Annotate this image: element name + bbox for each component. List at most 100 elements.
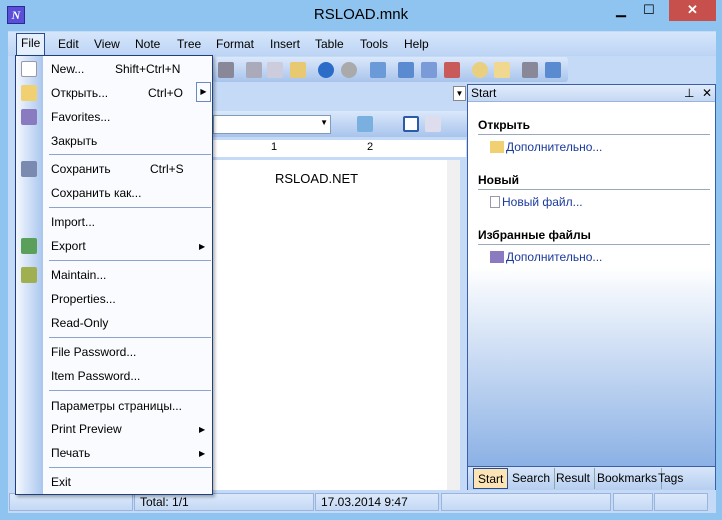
menu-item-print-preview[interactable]: Print Preview — [51, 422, 122, 436]
menu-table[interactable]: Table — [315, 37, 344, 51]
panel-header: Start — [468, 85, 715, 102]
export-icon — [21, 238, 37, 254]
new-file-icon — [490, 196, 500, 208]
menu-separator — [49, 207, 211, 208]
ruler-mark: 1 — [271, 141, 278, 153]
window-icon[interactable] — [545, 62, 561, 78]
tree-icon[interactable] — [370, 62, 386, 78]
table-icon[interactable] — [403, 116, 419, 132]
menu-item-open[interactable]: Открыть... — [51, 86, 108, 100]
menu-file[interactable]: File — [16, 33, 46, 57]
menu-item-exit[interactable]: Exit — [51, 475, 71, 489]
favorites-icon — [21, 109, 37, 125]
open-folder-icon — [21, 85, 37, 101]
shortcut: Shift+Ctrl+N — [115, 62, 181, 76]
submenu-arrow-icon: ▶ — [199, 242, 206, 251]
ruler: 1 2 — [213, 140, 466, 157]
submenu-arrow-icon: ▶ — [199, 449, 206, 458]
undo-icon[interactable] — [318, 62, 334, 78]
favorites-icon — [490, 251, 504, 263]
status-pane — [441, 493, 611, 511]
tab-dropdown-icon[interactable]: ▼ — [453, 86, 466, 101]
add-note-icon[interactable] — [398, 62, 414, 78]
cut-icon[interactable] — [246, 62, 262, 78]
shortcut: Ctrl+S — [150, 162, 184, 176]
font-combo[interactable]: ▼ — [213, 115, 331, 134]
menu-edit[interactable]: Edit — [58, 37, 79, 51]
open-folder-icon — [490, 141, 504, 153]
link-label: Дополнительно... — [506, 250, 603, 264]
favorites-more-link[interactable]: Дополнительно... — [490, 250, 602, 264]
section-heading-new: Новый — [478, 173, 519, 187]
find-replace-icon[interactable] — [494, 62, 510, 78]
menu-item-save-as[interactable]: Сохранить как... — [51, 186, 141, 200]
editor[interactable] — [213, 160, 460, 490]
menu-separator — [49, 467, 211, 468]
tab-start[interactable]: Start — [473, 468, 509, 489]
menu-format[interactable]: Format — [216, 37, 254, 51]
menu-item-maintain[interactable]: Maintain... — [51, 268, 106, 282]
section-heading-favorites: Избранные файлы — [478, 228, 591, 242]
menu-item-read-only[interactable]: Read-Only — [51, 316, 108, 330]
menu-tools[interactable]: Tools — [360, 37, 388, 51]
menu-view[interactable]: View — [94, 37, 120, 51]
tab-bookmarks[interactable]: Bookmarks — [593, 468, 663, 489]
status-pane — [9, 493, 133, 511]
find-icon[interactable] — [472, 62, 488, 78]
menu-item-page-setup[interactable]: Параметры страницы... — [51, 399, 182, 413]
tab-tags[interactable]: Tags — [654, 468, 687, 489]
panel-title: Start — [471, 86, 497, 100]
editor-text[interactable]: RSLOAD.NET — [275, 171, 358, 186]
redo-icon[interactable] — [341, 62, 357, 78]
spellcheck-icon[interactable] — [613, 493, 653, 511]
menu-tree[interactable]: Tree — [177, 37, 201, 51]
status-date: 17.03.2014 9:47 — [315, 493, 439, 511]
maximize-button[interactable]: ☐ — [634, 0, 664, 21]
copy-icon[interactable] — [267, 62, 283, 78]
divider — [478, 134, 710, 135]
menu-item-close[interactable]: Закрыть — [51, 134, 97, 148]
status-total: Total: 1/1 — [134, 493, 314, 511]
menu-item-print[interactable]: Печать — [51, 446, 90, 460]
print-icon[interactable] — [218, 62, 234, 78]
menu-item-file-password[interactable]: File Password... — [51, 345, 136, 359]
menu-separator — [49, 260, 211, 261]
new-file-link[interactable]: Новый файл... — [490, 195, 583, 209]
vertical-scrollbar[interactable] — [447, 160, 460, 490]
panel-close-icon[interactable]: ✕ — [702, 86, 712, 100]
tab-search[interactable]: Search — [508, 468, 556, 489]
outline-icon[interactable] — [425, 116, 441, 132]
menu-help[interactable]: Help — [404, 37, 429, 51]
close-button[interactable]: ✕ — [669, 0, 716, 21]
link-label: Дополнительно... — [506, 140, 603, 154]
menu-note[interactable]: Note — [135, 37, 160, 51]
menu-item-save[interactable]: Сохранить — [51, 162, 111, 176]
delete-note-icon[interactable] — [444, 62, 460, 78]
chevron-down-icon: ▼ — [320, 118, 328, 127]
camera-icon[interactable] — [522, 62, 538, 78]
maintain-icon — [21, 267, 37, 283]
divider — [478, 189, 710, 190]
menu-insert[interactable]: Insert — [270, 37, 300, 51]
menu-item-import[interactable]: Import... — [51, 215, 95, 229]
minimize-button[interactable]: ▁ — [606, 0, 636, 21]
menu-item-favorites[interactable]: Favorites... — [51, 110, 110, 124]
tab-result[interactable]: Result — [552, 468, 596, 489]
paste-icon[interactable] — [290, 62, 306, 78]
lock-icon[interactable] — [654, 493, 708, 511]
style-icon[interactable] — [357, 116, 373, 132]
menu-separator — [49, 154, 211, 155]
new-icon — [21, 61, 37, 77]
open-more-link[interactable]: Дополнительно... — [490, 140, 602, 154]
pin-icon[interactable]: ⊥ — [684, 86, 694, 100]
menu-item-item-password[interactable]: Item Password... — [51, 369, 140, 383]
menu-item-export[interactable]: Export — [51, 239, 86, 253]
edit-note-icon[interactable] — [421, 62, 437, 78]
menu-item-new[interactable]: New... — [51, 62, 84, 76]
ruler-mark: 2 — [367, 141, 374, 153]
menu-separator — [49, 337, 211, 338]
submenu-arrow-icon: ▶ — [199, 425, 206, 434]
submenu-arrow-icon[interactable]: ▶ — [196, 82, 211, 102]
shortcut: Ctrl+O — [148, 86, 184, 100]
menu-item-properties[interactable]: Properties... — [51, 292, 116, 306]
